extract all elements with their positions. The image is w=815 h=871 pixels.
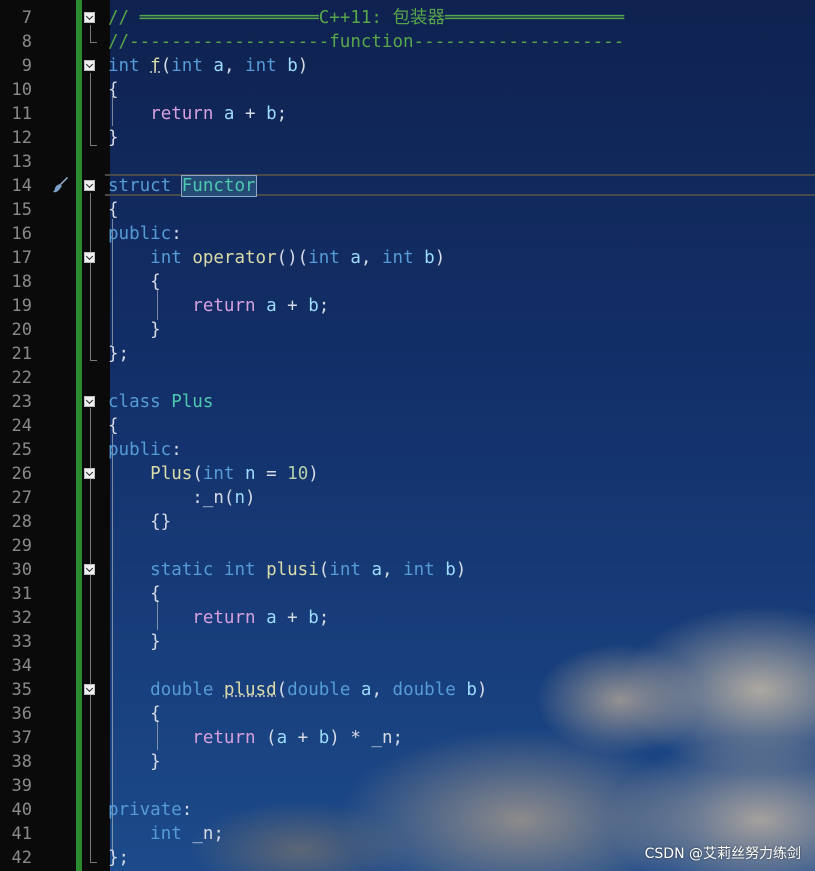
collapse-box-icon[interactable]	[84, 180, 95, 191]
line-number: 16	[11, 224, 32, 244]
collapse-box-icon[interactable]	[84, 60, 95, 71]
line-number: 12	[11, 128, 32, 148]
line-number: 24	[11, 416, 32, 436]
collapse-box-icon[interactable]	[84, 684, 95, 695]
line-number: 23	[11, 392, 32, 412]
code-line-7[interactable]: 7 // ═════════════════C++11: 包装器════════…	[0, 6, 815, 30]
line-number: 11	[11, 104, 32, 124]
line-number: 17	[11, 248, 32, 268]
line-number: 25	[11, 440, 32, 460]
line-number: 35	[11, 680, 32, 700]
line-number: 31	[11, 584, 32, 604]
line-number: 27	[11, 488, 32, 508]
line-number: 38	[11, 752, 32, 772]
line-number: 28	[11, 512, 32, 532]
code-line-18[interactable]: 18 {	[0, 270, 815, 294]
code-line-14[interactable]: 14 struct Functor	[0, 174, 815, 198]
line-number: 36	[11, 704, 32, 724]
code-line-30[interactable]: 30 static int plusi(int a, int b)	[0, 558, 815, 582]
line-number: 37	[11, 728, 32, 748]
code-line-29[interactable]: 29	[0, 534, 815, 558]
line-number: 7	[21, 8, 32, 28]
code-line-9[interactable]: 9 int f(int a, int b)	[0, 54, 815, 78]
code-line-36[interactable]: 36 {	[0, 702, 815, 726]
line-number: 14	[11, 176, 32, 196]
code-line-34[interactable]: 34	[0, 654, 815, 678]
line-number: 13	[11, 152, 32, 172]
collapse-box-icon[interactable]	[84, 12, 95, 23]
code-line-16[interactable]: 16 public:	[0, 222, 815, 246]
code-line-8[interactable]: 8 //-------------------function---------…	[0, 30, 815, 54]
code-line-10[interactable]: 10 {	[0, 78, 815, 102]
code-line-13[interactable]: 13	[0, 150, 815, 174]
code-line-26[interactable]: 26 Plus(int n = 10)	[0, 462, 815, 486]
line-number: 32	[11, 608, 32, 628]
code-line-17[interactable]: 17 int operator()(int a, int b)	[0, 246, 815, 270]
line-number: 15	[11, 200, 32, 220]
code-line-32[interactable]: 32 return a + b;	[0, 606, 815, 630]
watermark: CSDN @艾莉丝努力练剑	[644, 846, 801, 862]
code-line-40[interactable]: 40 private:	[0, 798, 815, 822]
line-number: 8	[21, 32, 32, 52]
code-line-19[interactable]: 19 return a + b;	[0, 294, 815, 318]
collapse-box-icon[interactable]	[84, 252, 95, 263]
line-number: 29	[11, 536, 32, 556]
code-line-35[interactable]: 35 double plusd(double a, double b)	[0, 678, 815, 702]
line-number: 39	[11, 776, 32, 796]
code-line-12[interactable]: 12 }	[0, 126, 815, 150]
line-number: 33	[11, 632, 32, 652]
line-number: 19	[11, 296, 32, 316]
line-number: 40	[11, 800, 32, 820]
code-line-15[interactable]: 15 {	[0, 198, 815, 222]
line-number: 9	[21, 56, 32, 76]
line-number: 10	[11, 80, 32, 100]
code-editor[interactable]: 7 // ═════════════════C++11: 包装器════════…	[0, 0, 815, 871]
collapse-box-icon[interactable]	[84, 396, 95, 407]
code-line-33[interactable]: 33 }	[0, 630, 815, 654]
code-line-23[interactable]: 23 class Plus	[0, 390, 815, 414]
code-line-28[interactable]: 28 {}	[0, 510, 815, 534]
code-line-39[interactable]: 39	[0, 774, 815, 798]
collapse-box-icon[interactable]	[84, 564, 95, 575]
selected-identifier: Functor	[180, 175, 257, 197]
collapse-box-icon[interactable]	[84, 468, 95, 479]
code-line-20[interactable]: 20 }	[0, 318, 815, 342]
line-number: 22	[11, 368, 32, 388]
line-number: 30	[11, 560, 32, 580]
code-line-27[interactable]: 27 :_n(n)	[0, 486, 815, 510]
line-number: 42	[11, 848, 32, 868]
line-number: 34	[11, 656, 32, 676]
code-line-37[interactable]: 37 return (a + b) * _n;	[0, 726, 815, 750]
code-line-11[interactable]: 11 return a + b;	[0, 102, 815, 126]
line-number: 26	[11, 464, 32, 484]
line-number: 41	[11, 824, 32, 844]
code-line-31[interactable]: 31 {	[0, 582, 815, 606]
line-number: 20	[11, 320, 32, 340]
code-line-21[interactable]: 21 };	[0, 342, 815, 366]
code-line-22[interactable]: 22	[0, 366, 815, 390]
code-line-24[interactable]: 24 {	[0, 414, 815, 438]
line-number: 21	[11, 344, 32, 364]
code-line-25[interactable]: 25 public:	[0, 438, 815, 462]
line-number: 18	[11, 272, 32, 292]
code-line-38[interactable]: 38 }	[0, 750, 815, 774]
